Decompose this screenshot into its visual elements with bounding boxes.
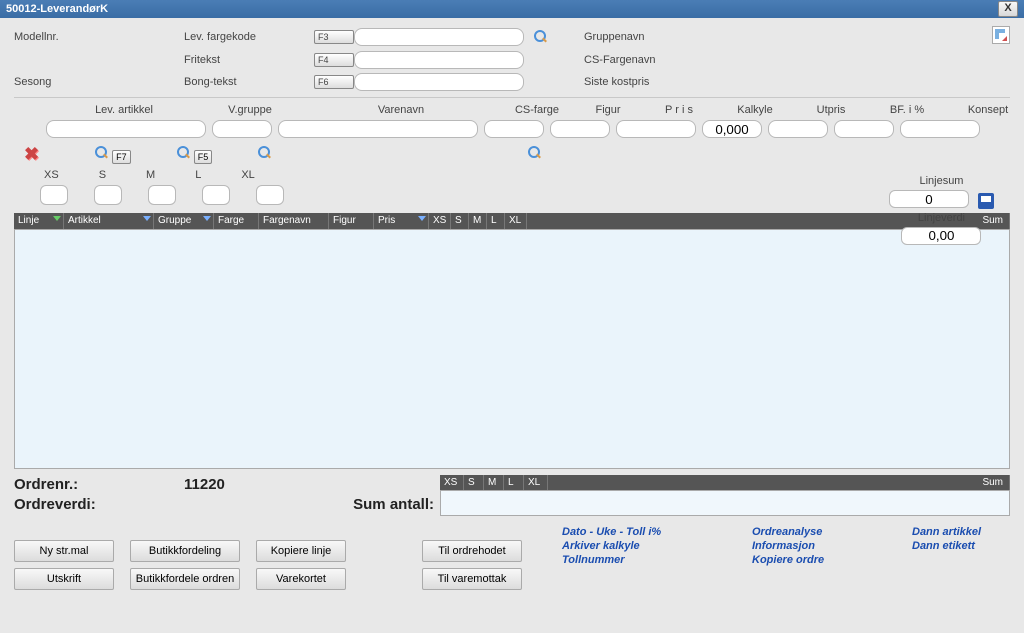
link-dann-artikkel[interactable]: Dann artikkel [912,526,1024,538]
input-size-m[interactable] [148,185,176,205]
label-bong-tekst: Bong-tekst [184,76,314,88]
label-ordreverdi: Ordreverdi: [14,495,184,515]
fkey-f5[interactable]: F5 [194,150,213,164]
fkey-f3[interactable]: F3 [314,30,354,44]
search-icon-3[interactable] [177,146,191,160]
input-kalkyle[interactable] [702,120,762,138]
input-utpris[interactable] [768,120,828,138]
search-icon-5[interactable] [528,146,542,160]
gh-l[interactable]: L [487,213,505,229]
input-varenavn[interactable] [278,120,478,138]
grid-body[interactable] [14,229,1010,469]
label-linjesum: Linjesum [889,175,994,187]
fkey-f7[interactable]: F7 [112,150,131,164]
input-lev-fargekode[interactable] [354,28,524,46]
gh-gruppe[interactable]: Gruppe [154,213,214,229]
summary-grid-body[interactable] [440,490,1010,516]
delete-icon[interactable]: ✖ [24,144,39,165]
label-cs-fargenavn: CS-Fargenavn [584,54,734,66]
size-xs: XS [44,169,59,181]
gh-sum[interactable]: Sum [527,213,1010,229]
col-lev-artikkel: Lev. artikkel [54,104,194,116]
btn-butikkfordeling[interactable]: Butikkfordeling [130,540,240,562]
input-size-l[interactable] [202,185,230,205]
search-icon-4[interactable] [258,146,272,160]
btn-til-ordrehodet[interactable]: Til ordrehodet [422,540,522,562]
input-fritekst[interactable] [354,51,524,69]
btn-til-varemottak[interactable]: Til varemottak [422,568,522,590]
size-s: S [99,169,106,181]
input-size-xl[interactable] [256,185,284,205]
col-bfi: BF. i % [872,104,942,116]
size-l: L [195,169,201,181]
label-modellnr: Modellnr. [14,31,184,43]
gh-fargenavn[interactable]: Fargenavn [259,213,329,229]
gh-pris[interactable]: Pris [374,213,429,229]
col-kalkyle: Kalkyle [720,104,790,116]
input-linjesum[interactable] [889,190,969,208]
close-button[interactable]: X [998,1,1018,17]
input-figur[interactable] [550,120,610,138]
broken-image-icon [992,26,1010,44]
btn-butikkfordele-ordren[interactable]: Butikkfordele ordren [130,568,240,590]
link-kopiere-ordre[interactable]: Kopiere ordre [752,554,882,566]
btn-kopiere-linje[interactable]: Kopiere linje [256,540,346,562]
link-tollnummer[interactable]: Tollnummer [562,554,722,566]
grid-header: Linje Artikkel Gruppe Farge Fargenavn Fi… [14,213,1010,229]
input-bong-tekst[interactable] [354,73,524,91]
gh-s[interactable]: S [451,213,469,229]
size-m: M [146,169,155,181]
link-ordreanalyse[interactable]: Ordreanalyse [752,526,882,538]
input-bfi[interactable] [834,120,894,138]
gh-xs[interactable]: XS [429,213,451,229]
input-konsept[interactable] [900,120,980,138]
window-title: 50012-LeverandørK [6,0,108,18]
btn-utskrift[interactable]: Utskrift [14,568,114,590]
gh-m[interactable]: M [469,213,487,229]
link-dato-uke[interactable]: Dato - Uke - Toll i% [562,526,722,538]
titlebar: 50012-LeverandørK X [0,0,1024,18]
link-informasjon[interactable]: Informasjon [752,540,882,552]
btn-ny-strmal[interactable]: Ny str.mal [14,540,114,562]
gh-linje[interactable]: Linje [14,213,64,229]
col-vgruppe: V.gruppe [200,104,300,116]
size-xl: XL [241,169,254,181]
col-konsept: Konsept [948,104,1024,116]
summary-grid-header: XS S M L XL Sum [440,475,1010,490]
gh-artikkel[interactable]: Artikkel [64,213,154,229]
input-lev-artikkel[interactable] [46,120,206,138]
input-linjeverdi[interactable] [901,227,981,245]
save-icon[interactable] [978,193,994,209]
col-varenavn: Varenavn [306,104,496,116]
col-pris: P r i s [644,104,714,116]
link-dann-etikett[interactable]: Dann etikett [912,540,1024,552]
input-csfarge[interactable] [484,120,544,138]
col-figur: Figur [578,104,638,116]
label-sum-antall: Sum antall: [284,495,434,515]
col-csfarge: CS-farge [502,104,572,116]
gh-farge[interactable]: Farge [214,213,259,229]
fkey-f4[interactable]: F4 [314,53,354,67]
fkey-f6[interactable]: F6 [314,75,354,89]
label-lev-fargekode: Lev. fargekode [184,31,314,43]
label-gruppenavn: Gruppenavn [584,31,734,43]
input-vgruppe[interactable] [212,120,272,138]
btn-varekortet[interactable]: Varekortet [256,568,346,590]
gh-xl[interactable]: XL [505,213,527,229]
input-size-xs[interactable] [40,185,68,205]
col-utpris: Utpris [796,104,866,116]
link-arkiver-kalkyle[interactable]: Arkiver kalkyle [562,540,722,552]
value-ordrenr: 11220 [184,475,284,495]
input-pris[interactable] [616,120,696,138]
label-siste-kostpris: Siste kostpris [584,76,734,88]
search-icon-2[interactable] [95,146,109,160]
gh-figur[interactable]: Figur [329,213,374,229]
label-fritekst: Fritekst [184,54,314,66]
input-size-s[interactable] [94,185,122,205]
search-icon[interactable] [534,30,548,44]
label-sesong: Sesong [14,76,184,88]
label-ordrenr: Ordrenr.: [14,475,184,495]
